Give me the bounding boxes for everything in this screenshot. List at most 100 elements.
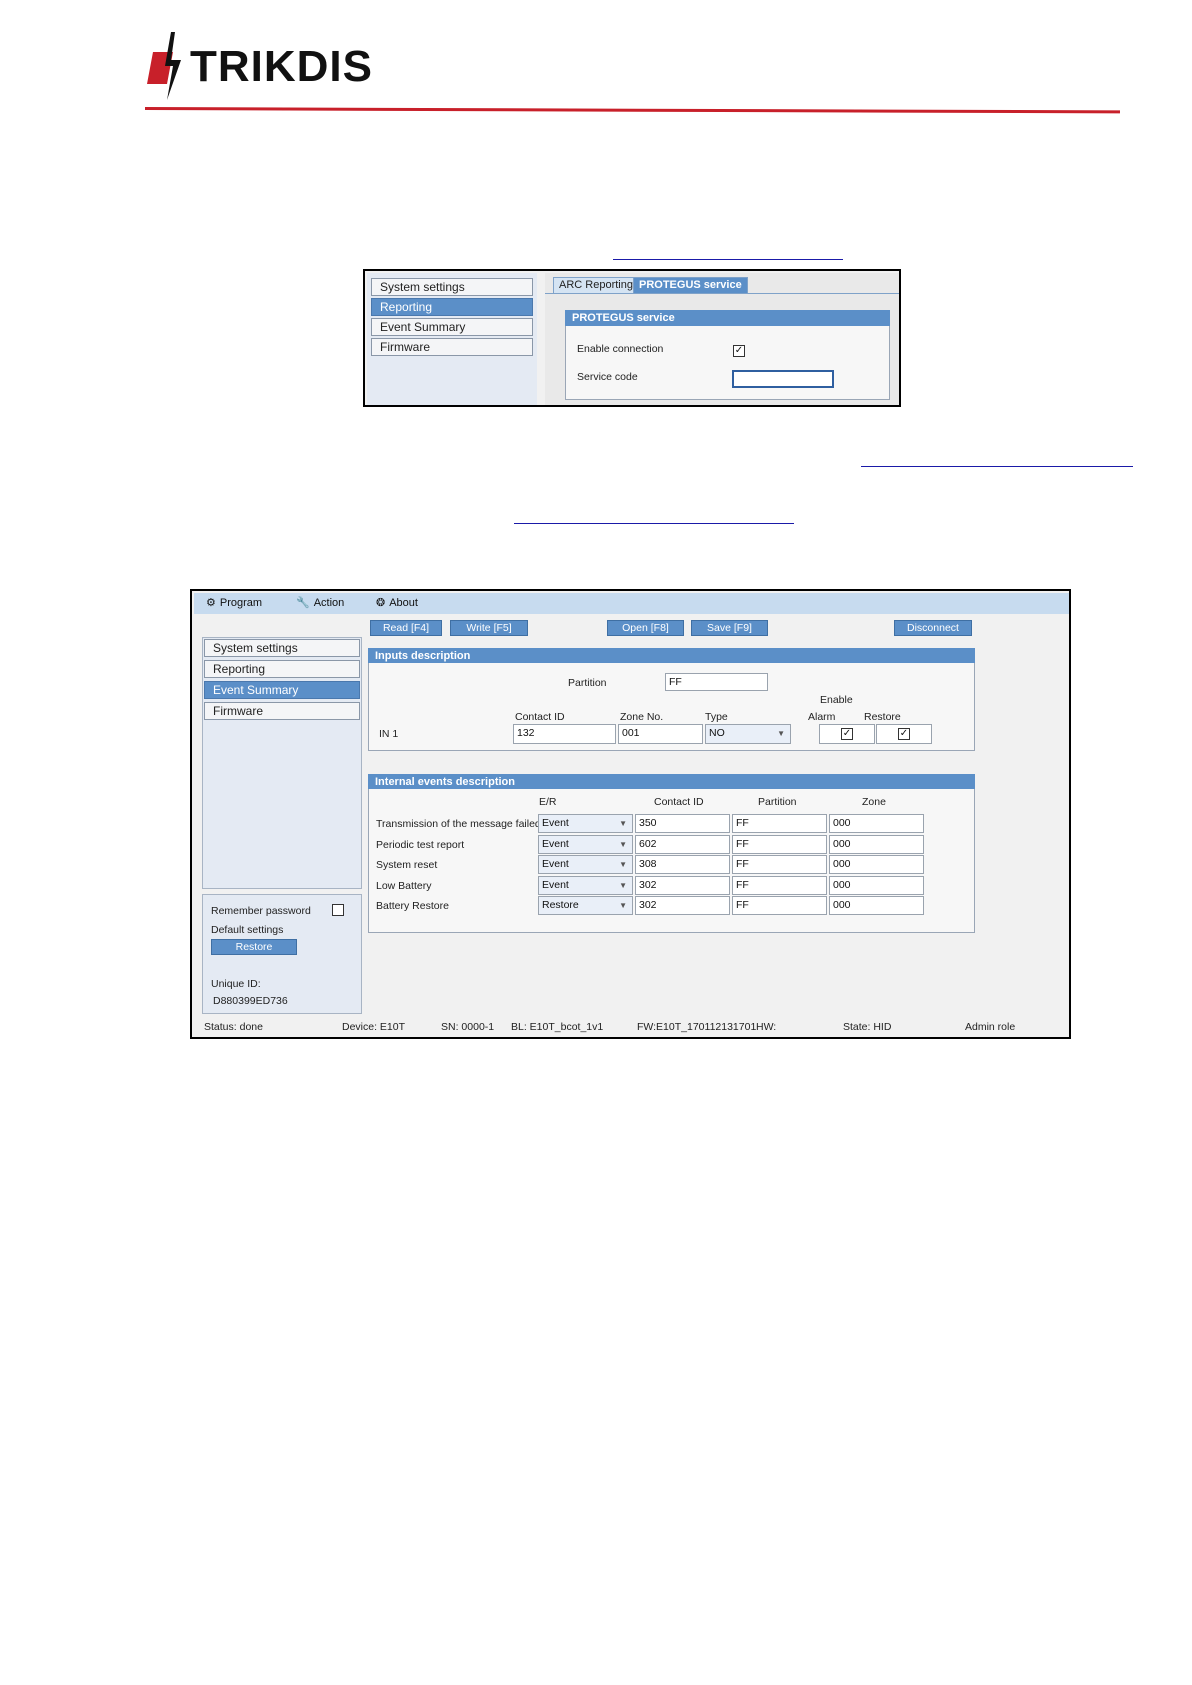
restore-cell: ✓ <box>876 724 932 744</box>
open-button[interactable]: Open [F8] <box>607 620 684 636</box>
status-text: Status: done <box>204 1021 263 1033</box>
sidebar-item-reporting[interactable]: Reporting <box>204 660 360 678</box>
zone-input[interactable]: 000 <box>829 896 924 915</box>
chevron-down-icon: ▼ <box>619 840 627 849</box>
enable-header: Enable <box>820 694 853 706</box>
fw-text: FW:E10T_170112131701 <box>637 1021 757 1033</box>
save-button[interactable]: Save [F9] <box>691 620 768 636</box>
er-select[interactable]: Event ▼ <box>538 876 633 895</box>
protegus-group-title: PROTEGUS service <box>565 310 890 326</box>
zone-input[interactable]: 000 <box>829 876 924 895</box>
er-value: Event <box>542 838 569 850</box>
chevron-down-icon: ▼ <box>619 881 627 890</box>
gear-icon: ⚙ <box>206 597 216 609</box>
partition-input[interactable]: FF <box>665 673 768 691</box>
status-bar: Status: done Device: E10T SN: 0000-1 BL:… <box>194 1019 1069 1037</box>
settings-sidebar: System settings Reporting Event Summary … <box>202 637 362 889</box>
input-zone-no[interactable]: 001 <box>618 724 703 744</box>
partition-input[interactable]: FF <box>732 814 827 833</box>
zone-input[interactable]: 000 <box>829 855 924 874</box>
link-underline[interactable] <box>861 466 1133 467</box>
partition-input[interactable]: FF <box>732 876 827 895</box>
tab-divider <box>545 293 899 294</box>
bl-text: BL: E10T_bcot_1v1 <box>511 1021 604 1033</box>
disconnect-button[interactable]: Disconnect <box>894 620 972 636</box>
contact-id-input[interactable]: 302 <box>635 896 730 915</box>
sidebar-item-firmware[interactable]: Firmware <box>204 702 360 720</box>
er-select[interactable]: Event ▼ <box>538 835 633 854</box>
unique-id-label: Unique ID: <box>211 978 261 990</box>
menu-action-label: Action <box>313 596 345 609</box>
remember-password-label: Remember password <box>211 905 311 917</box>
restore-button[interactable]: Restore <box>211 939 297 955</box>
chevron-down-icon: ▼ <box>619 860 627 869</box>
sidebar-item-reporting[interactable]: Reporting <box>371 298 533 316</box>
er-value: Event <box>542 858 569 870</box>
protegus-settings-screenshot: System settings Reporting Event Summary … <box>363 269 901 407</box>
partition-input[interactable]: FF <box>732 855 827 874</box>
input-type-value: NO <box>709 727 725 739</box>
inputs-group-title: Inputs description <box>368 648 975 663</box>
service-code-input[interactable] <box>732 370 834 388</box>
menu-action[interactable]: 🔧 Action <box>296 596 345 610</box>
menu-bar: ⚙ Program 🔧 Action ❂ About <box>194 593 1069 614</box>
sn-text: SN: 0000-1 <box>441 1021 495 1033</box>
alarm-checkbox[interactable]: ✓ <box>841 728 853 740</box>
er-select[interactable]: Event ▼ <box>538 814 633 833</box>
sidebar-item-system-settings[interactable]: System settings <box>371 278 533 296</box>
link-underline[interactable] <box>514 523 794 524</box>
partition-label: Partition <box>568 677 607 689</box>
menu-program[interactable]: ⚙ Program <box>206 596 263 610</box>
internal-event-name: Low Battery <box>376 880 432 892</box>
chevron-down-icon: ▼ <box>777 729 785 738</box>
event-summary-screenshot: ⚙ Program 🔧 Action ❂ About Read [F4] Write … <box>190 589 1071 1039</box>
logo-wordmark: TRIKDIS <box>190 42 373 91</box>
sidebar-item-event-summary[interactable]: Event Summary <box>371 318 533 336</box>
menu-program-label: Program <box>219 596 263 609</box>
alarm-cell: ✓ <box>819 724 875 744</box>
contact-id-input[interactable]: 602 <box>635 835 730 854</box>
remember-password-checkbox[interactable] <box>332 904 344 916</box>
device-text: Device: E10T <box>342 1021 406 1033</box>
contact-id-header: Contact ID <box>515 711 565 723</box>
er-select[interactable]: Event ▼ <box>538 855 633 874</box>
tab-arc-reporting[interactable]: ARC Reporting <box>553 277 639 294</box>
chevron-down-icon: ▼ <box>619 819 627 828</box>
restore-header: Restore <box>864 711 901 723</box>
menu-about[interactable]: ❂ About <box>376 596 418 610</box>
read-button[interactable]: Read [F4] <box>370 620 442 636</box>
restore-checkbox[interactable]: ✓ <box>898 728 910 740</box>
contact-id-input[interactable]: 350 <box>635 814 730 833</box>
input-type-select[interactable]: NO ▼ <box>705 724 791 744</box>
input-row-name: IN 1 <box>379 728 399 740</box>
contact-id-header: Contact ID <box>654 796 704 808</box>
chevron-down-icon: ▼ <box>619 901 627 910</box>
er-value: Restore <box>542 899 579 911</box>
wrench-icon: 🔧 <box>296 597 310 609</box>
zone-input[interactable]: 000 <box>829 835 924 854</box>
role-text: Admin role <box>965 1021 1016 1033</box>
sidebar-item-firmware[interactable]: Firmware <box>371 338 533 356</box>
sidebar-item-system-settings[interactable]: System settings <box>204 639 360 657</box>
internal-event-name: Battery Restore <box>376 900 449 912</box>
alarm-header: Alarm <box>808 711 836 723</box>
type-header: Type <box>705 711 728 723</box>
write-button[interactable]: Write [F5] <box>450 620 528 636</box>
zone-no-header: Zone No. <box>620 711 664 723</box>
link-underline[interactable] <box>613 259 843 260</box>
globe-icon: ❂ <box>376 597 386 609</box>
partition-input[interactable]: FF <box>732 896 827 915</box>
zone-input[interactable]: 000 <box>829 814 924 833</box>
settings-sidebar: System settings Reporting Event Summary … <box>367 273 537 405</box>
input-contact-id[interactable]: 132 <box>513 724 616 744</box>
enable-connection-checkbox[interactable]: ✓ <box>733 345 745 357</box>
contact-id-input[interactable]: 302 <box>635 876 730 895</box>
er-select[interactable]: Restore ▼ <box>538 896 633 915</box>
service-code-label: Service code <box>577 371 638 383</box>
sidebar-item-event-summary[interactable]: Event Summary <box>204 681 360 699</box>
partition-input[interactable]: FF <box>732 835 827 854</box>
default-settings-label: Default settings <box>211 924 284 936</box>
tab-protegus-service[interactable]: PROTEGUS service <box>633 277 748 294</box>
menu-about-label: About <box>389 596 418 609</box>
contact-id-input[interactable]: 308 <box>635 855 730 874</box>
